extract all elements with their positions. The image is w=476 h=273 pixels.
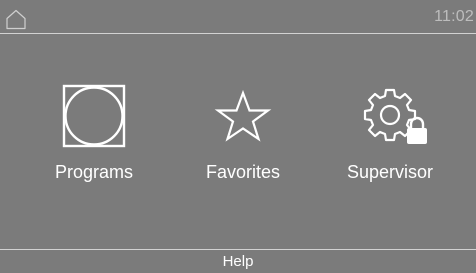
top-divider <box>0 33 476 34</box>
favorites-label: Favorites <box>205 162 281 182</box>
clock-time: 11:02 <box>434 8 474 25</box>
favorites-tile[interactable]: Favorites <box>173 76 313 188</box>
status-bar: 11:02 <box>0 0 476 33</box>
help-label: Help <box>222 253 254 270</box>
programs-label: Programs <box>54 162 134 182</box>
home-outline-icon <box>6 9 26 30</box>
control-panel-screen: 11:02 Programs Favorites Supervisor Help <box>0 0 476 273</box>
gear-lock-icon <box>363 88 427 144</box>
programs-tile[interactable]: Programs <box>24 76 164 188</box>
star-outline-icon <box>214 89 272 142</box>
help-button[interactable]: Help <box>0 250 476 273</box>
dryer-drum-icon <box>62 84 126 148</box>
supervisor-tile[interactable]: Supervisor <box>320 76 460 188</box>
supervisor-label: Supervisor <box>346 162 434 182</box>
home-button[interactable] <box>5 8 27 30</box>
